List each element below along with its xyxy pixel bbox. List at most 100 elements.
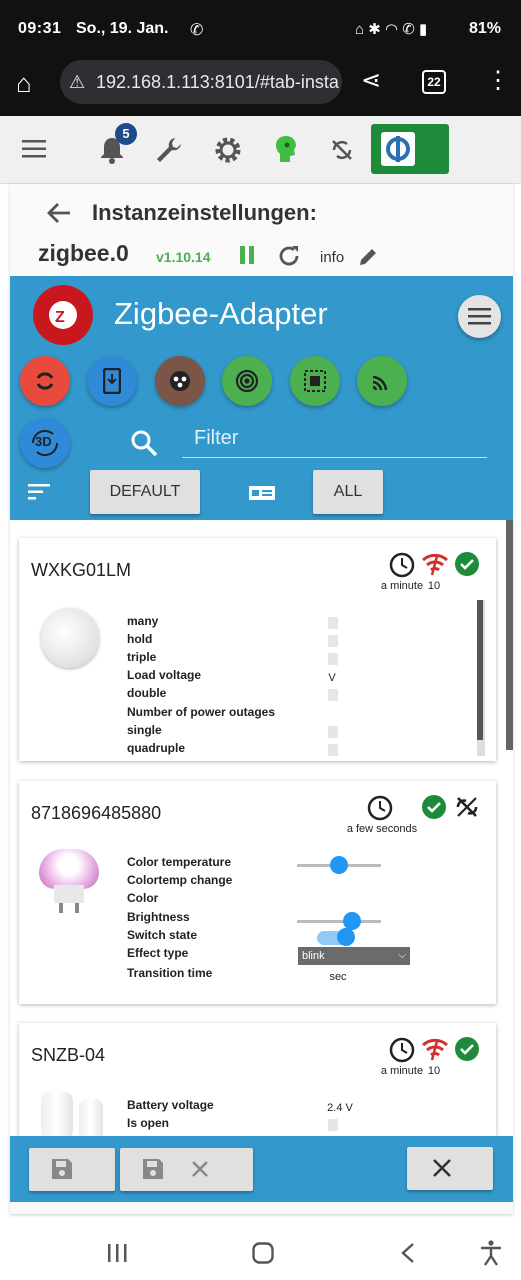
device-name: SNZB-04 xyxy=(31,1045,106,1065)
settings-gear-icon[interactable] xyxy=(214,136,242,164)
state-checkbox[interactable] xyxy=(328,689,338,701)
card-view-icon[interactable] xyxy=(249,486,275,500)
page-title: Instanzeinstellungen: xyxy=(92,200,317,225)
network-map-button[interactable] xyxy=(222,356,272,406)
edit-pencil-icon[interactable] xyxy=(357,246,379,268)
device-name: WXKG01LM xyxy=(31,560,132,580)
notification-badge: 5 xyxy=(115,123,137,145)
share-icon[interactable]: ⋖ xyxy=(361,66,381,95)
slider-thumb[interactable] xyxy=(330,856,348,874)
effect-type-value: blink xyxy=(302,950,325,962)
state-label: Brightness xyxy=(127,910,190,924)
state-label: Load voltage xyxy=(127,668,202,682)
rotate-icon xyxy=(31,429,59,457)
3d-view-button[interactable]: 3D xyxy=(20,418,70,468)
signal-icons: ⌂ ✱ ◠ ✆ ▮ xyxy=(355,21,428,38)
groups-icon xyxy=(170,371,190,391)
groups-button[interactable] xyxy=(155,356,205,406)
phone-download-icon xyxy=(103,368,121,394)
state-checkbox[interactable] xyxy=(328,1119,338,1131)
state-checkbox[interactable] xyxy=(328,726,338,738)
pause-icon[interactable] xyxy=(239,246,255,264)
accessibility-icon[interactable] xyxy=(480,1240,502,1266)
state-label: hold xyxy=(127,632,153,646)
back-icon[interactable] xyxy=(400,1242,416,1264)
zigbee-logo: Z xyxy=(33,285,93,345)
iobroker-logo[interactable] xyxy=(371,124,449,174)
state-label: Switch state xyxy=(127,928,198,942)
device-card[interactable]: SNZB-04 a minute 10 Battery voltage Is o… xyxy=(19,1023,496,1136)
state-label: Is open xyxy=(127,1116,170,1130)
url-field[interactable]: ⚠ 192.168.1.113:8101/#tab-insta xyxy=(60,60,342,104)
clock-icon xyxy=(367,795,393,821)
home-icon[interactable]: ⌂ xyxy=(16,68,32,99)
card-scrollbar[interactable] xyxy=(477,600,485,756)
hamburger-icon[interactable] xyxy=(22,140,46,158)
broadcast-icon xyxy=(235,369,259,393)
state-label: many xyxy=(127,614,159,628)
state-checkbox[interactable] xyxy=(328,653,338,665)
sort-icon[interactable] xyxy=(28,484,50,500)
effect-type-select[interactable]: blink ⌵ xyxy=(298,947,410,965)
state-checkbox[interactable] xyxy=(328,617,338,629)
state-label: Colortemp change xyxy=(127,873,233,887)
search-icon[interactable] xyxy=(129,428,159,458)
sync-icon xyxy=(36,372,54,390)
reload-icon[interactable] xyxy=(277,244,301,268)
state-checkbox[interactable] xyxy=(328,744,338,756)
online-check-icon xyxy=(455,552,479,576)
sync-disabled-icon[interactable] xyxy=(330,138,354,162)
refresh-button[interactable] xyxy=(20,356,70,406)
pair-device-button[interactable] xyxy=(87,356,137,406)
home-icon[interactable] xyxy=(252,1242,274,1264)
save-button[interactable] xyxy=(29,1148,115,1191)
adapter-menu-button[interactable] xyxy=(458,295,501,338)
battery-level: 81% xyxy=(468,20,501,37)
device-select-button[interactable] xyxy=(290,356,340,406)
color-temp-slider[interactable] xyxy=(297,856,381,874)
info-label[interactable]: info xyxy=(320,249,344,266)
save-icon xyxy=(143,1159,163,1179)
close-button[interactable] xyxy=(407,1147,493,1190)
device-card[interactable]: WXKG01LM a minute 10 many hold triple Lo… xyxy=(19,538,496,761)
state-label: Transition time xyxy=(127,966,213,980)
link-quality-label: 10 xyxy=(427,580,441,592)
default-button[interactable]: DEFAULT xyxy=(90,470,200,514)
last-seen-label: a few seconds xyxy=(346,823,418,835)
switch-toggle[interactable] xyxy=(317,928,355,946)
state-value: V xyxy=(328,672,336,684)
recent-apps-icon[interactable] xyxy=(108,1244,128,1262)
save-close-button[interactable] xyxy=(120,1148,253,1191)
state-label: Color temperature xyxy=(127,855,232,869)
state-label: Number of power outages xyxy=(127,705,276,719)
all-button[interactable]: ALL xyxy=(313,470,383,514)
save-icon xyxy=(52,1159,72,1179)
status-time: 09:31 xyxy=(18,20,62,37)
scan-button[interactable] xyxy=(357,356,407,406)
list-scrollbar[interactable] xyxy=(506,520,513,750)
switch-thumb xyxy=(337,928,355,946)
device-name: 8718696485880 xyxy=(31,803,162,823)
close-icon xyxy=(433,1159,451,1177)
link-quality-label: 10 xyxy=(427,1065,441,1077)
device-image xyxy=(41,1091,105,1136)
tab-count-button[interactable]: 22 xyxy=(422,70,446,94)
hamburger-icon xyxy=(468,308,491,325)
state-checkbox[interactable] xyxy=(328,635,338,647)
back-arrow-icon[interactable] xyxy=(46,201,72,225)
more-menu-icon[interactable]: ⋮ xyxy=(486,66,510,95)
device-image xyxy=(39,849,101,919)
clock-icon xyxy=(389,1037,415,1063)
status-date: So., 19. Jan. xyxy=(76,20,169,37)
select-all-icon xyxy=(304,370,326,392)
expert-mode-icon[interactable] xyxy=(274,134,298,164)
device-image xyxy=(41,608,99,668)
state-label: double xyxy=(127,686,167,700)
device-card[interactable]: 8718696485880 a few seconds Color temper… xyxy=(19,781,496,1004)
wrench-icon[interactable] xyxy=(155,136,183,164)
state-label: triple xyxy=(127,650,157,664)
filter-input[interactable]: Filter xyxy=(182,422,487,458)
link-off-icon xyxy=(456,797,478,817)
brightness-slider[interactable] xyxy=(297,912,381,930)
state-label: Effect type xyxy=(127,946,189,960)
